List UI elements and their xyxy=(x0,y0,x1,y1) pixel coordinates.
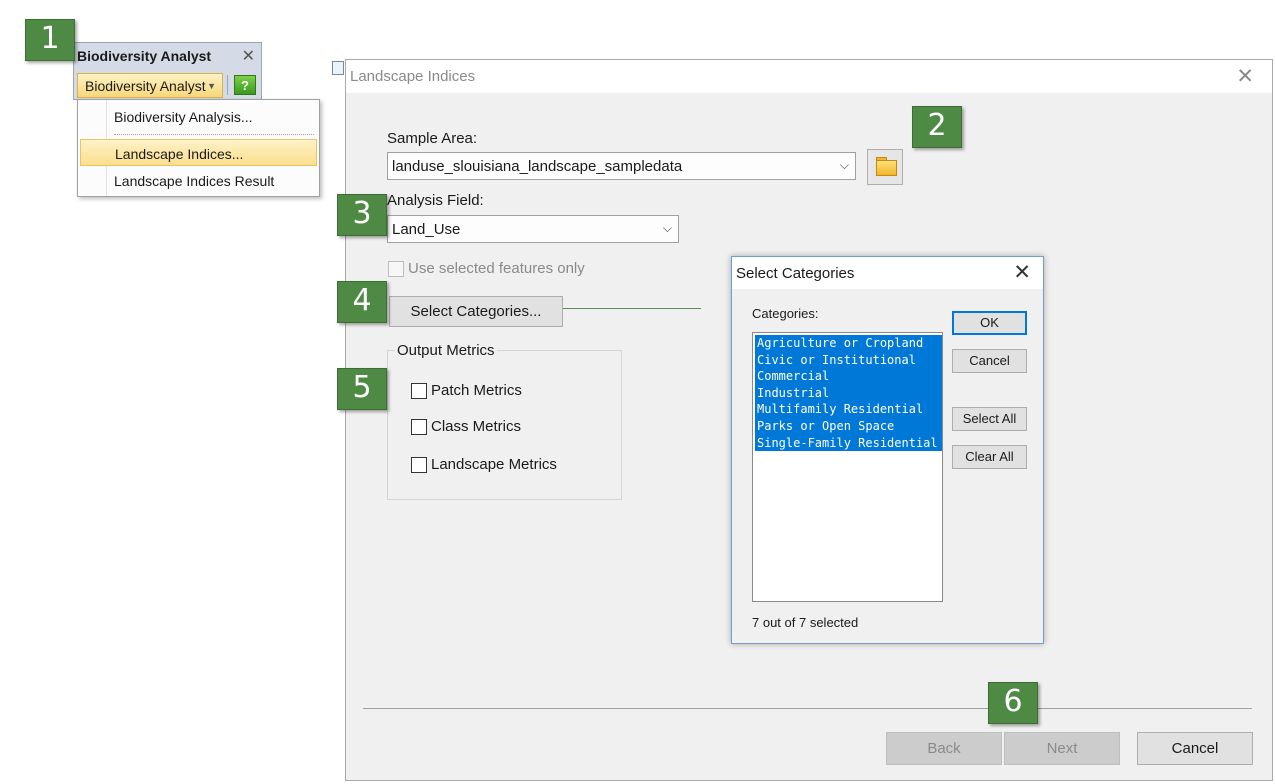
step-marker-2: 2 xyxy=(912,106,962,148)
cancel-button[interactable]: Cancel xyxy=(1137,732,1253,765)
list-item[interactable]: Industrial xyxy=(755,384,942,402)
toolbar-close-icon[interactable]: ✕ xyxy=(242,46,255,66)
ok-button[interactable]: OK xyxy=(952,311,1027,335)
categories-listbox[interactable]: Agriculture or Cropland Civic or Institu… xyxy=(752,332,943,602)
biodiversity-menu: Biodiversity Analysis... Landscape Indic… xyxy=(77,99,320,197)
toolbar-title: Biodiversity Analyst xyxy=(77,48,212,64)
chevron-down-icon: ⌵ xyxy=(662,221,672,235)
step-marker-5: 5 xyxy=(337,368,387,410)
sub-dialog-titlebar: Select Categories ✕ xyxy=(732,257,1043,289)
step-marker-4: 4 xyxy=(337,281,387,323)
back-button[interactable]: Back xyxy=(886,732,1002,765)
sub-cancel-button[interactable]: Cancel xyxy=(952,349,1027,373)
dialog-title: Landscape Indices xyxy=(350,68,476,85)
sample-area-combo[interactable]: landuse_slouisiana_landscape_sampledata … xyxy=(387,152,856,180)
dropdown-label: Biodiversity Analyst xyxy=(85,78,206,94)
step-marker-3: 3 xyxy=(337,194,387,236)
chevron-down-icon: ▼ xyxy=(207,81,216,91)
chevron-down-icon: ⌵ xyxy=(839,158,849,172)
output-metrics-legend: Output Metrics xyxy=(395,342,497,359)
dialog-titlebar: Landscape Indices ✕ xyxy=(346,60,1272,93)
sub-dialog-title: Select Categories xyxy=(736,265,855,282)
list-item[interactable]: Parks or Open Space xyxy=(755,418,942,435)
sample-area-value: landuse_slouisiana_landscape_sampledata xyxy=(392,158,683,175)
biodiversity-analyst-dropdown[interactable]: Biodiversity Analyst ▼ xyxy=(77,73,223,98)
use-selected-checkbox[interactable] xyxy=(388,261,404,277)
sub-dialog-close-icon[interactable]: ✕ xyxy=(1013,260,1031,285)
list-item[interactable]: Civic or Institutional xyxy=(755,351,942,369)
class-metrics-checkbox[interactable] xyxy=(411,419,427,435)
browse-folder-button[interactable] xyxy=(867,149,903,185)
select-categories-button[interactable]: Select Categories... xyxy=(389,296,563,327)
folder-icon xyxy=(876,160,897,176)
help-icon[interactable]: ? xyxy=(234,75,256,95)
landscape-metrics-checkbox[interactable] xyxy=(411,457,427,473)
sample-area-label: Sample Area: xyxy=(387,130,478,147)
list-item[interactable]: Commercial xyxy=(755,368,942,385)
select-all-button[interactable]: Select All xyxy=(952,407,1027,431)
list-item[interactable]: Multifamily Residential xyxy=(755,401,942,418)
dialog-close-icon[interactable]: ✕ xyxy=(1236,64,1254,89)
callout-connector xyxy=(563,308,701,309)
biodiversity-toolbar: Biodiversity Analyst ✕ Biodiversity Anal… xyxy=(73,42,262,100)
patch-metrics-label: Patch Metrics xyxy=(431,382,522,399)
categories-label: Categories: xyxy=(752,306,819,321)
next-button[interactable]: Next xyxy=(1004,732,1120,765)
bottom-separator xyxy=(363,708,1252,709)
analysis-field-value: Land_Use xyxy=(392,221,461,238)
list-item[interactable]: Agriculture or Cropland xyxy=(755,335,942,352)
menu-item-landscape-indices[interactable]: Landscape Indices... xyxy=(80,139,317,166)
analysis-field-label: Analysis Field: xyxy=(387,192,484,209)
step-marker-1: 1 xyxy=(25,19,75,61)
analysis-field-combo[interactable]: Land_Use ⌵ xyxy=(387,215,679,243)
selection-status: 7 out of 7 selected xyxy=(752,615,859,630)
patch-metrics-checkbox[interactable] xyxy=(411,383,427,399)
menu-divider xyxy=(114,134,314,135)
select-categories-dialog: Select Categories ✕ Categories: Agricult… xyxy=(731,256,1044,644)
class-metrics-label: Class Metrics xyxy=(431,418,522,435)
menu-item-landscape-indices-result[interactable]: Landscape Indices Result xyxy=(78,167,319,194)
menu-item-biodiversity-analysis[interactable]: Biodiversity Analysis... xyxy=(78,103,319,130)
toolbar-separator xyxy=(227,75,228,95)
clear-all-button[interactable]: Clear All xyxy=(952,445,1027,469)
landscape-metrics-label: Landscape Metrics xyxy=(431,456,557,473)
list-item[interactable]: Single-Family Residential xyxy=(755,434,942,452)
use-selected-label: Use selected features only xyxy=(408,260,585,277)
window-icon xyxy=(332,61,344,75)
step-marker-6: 6 xyxy=(988,682,1038,724)
